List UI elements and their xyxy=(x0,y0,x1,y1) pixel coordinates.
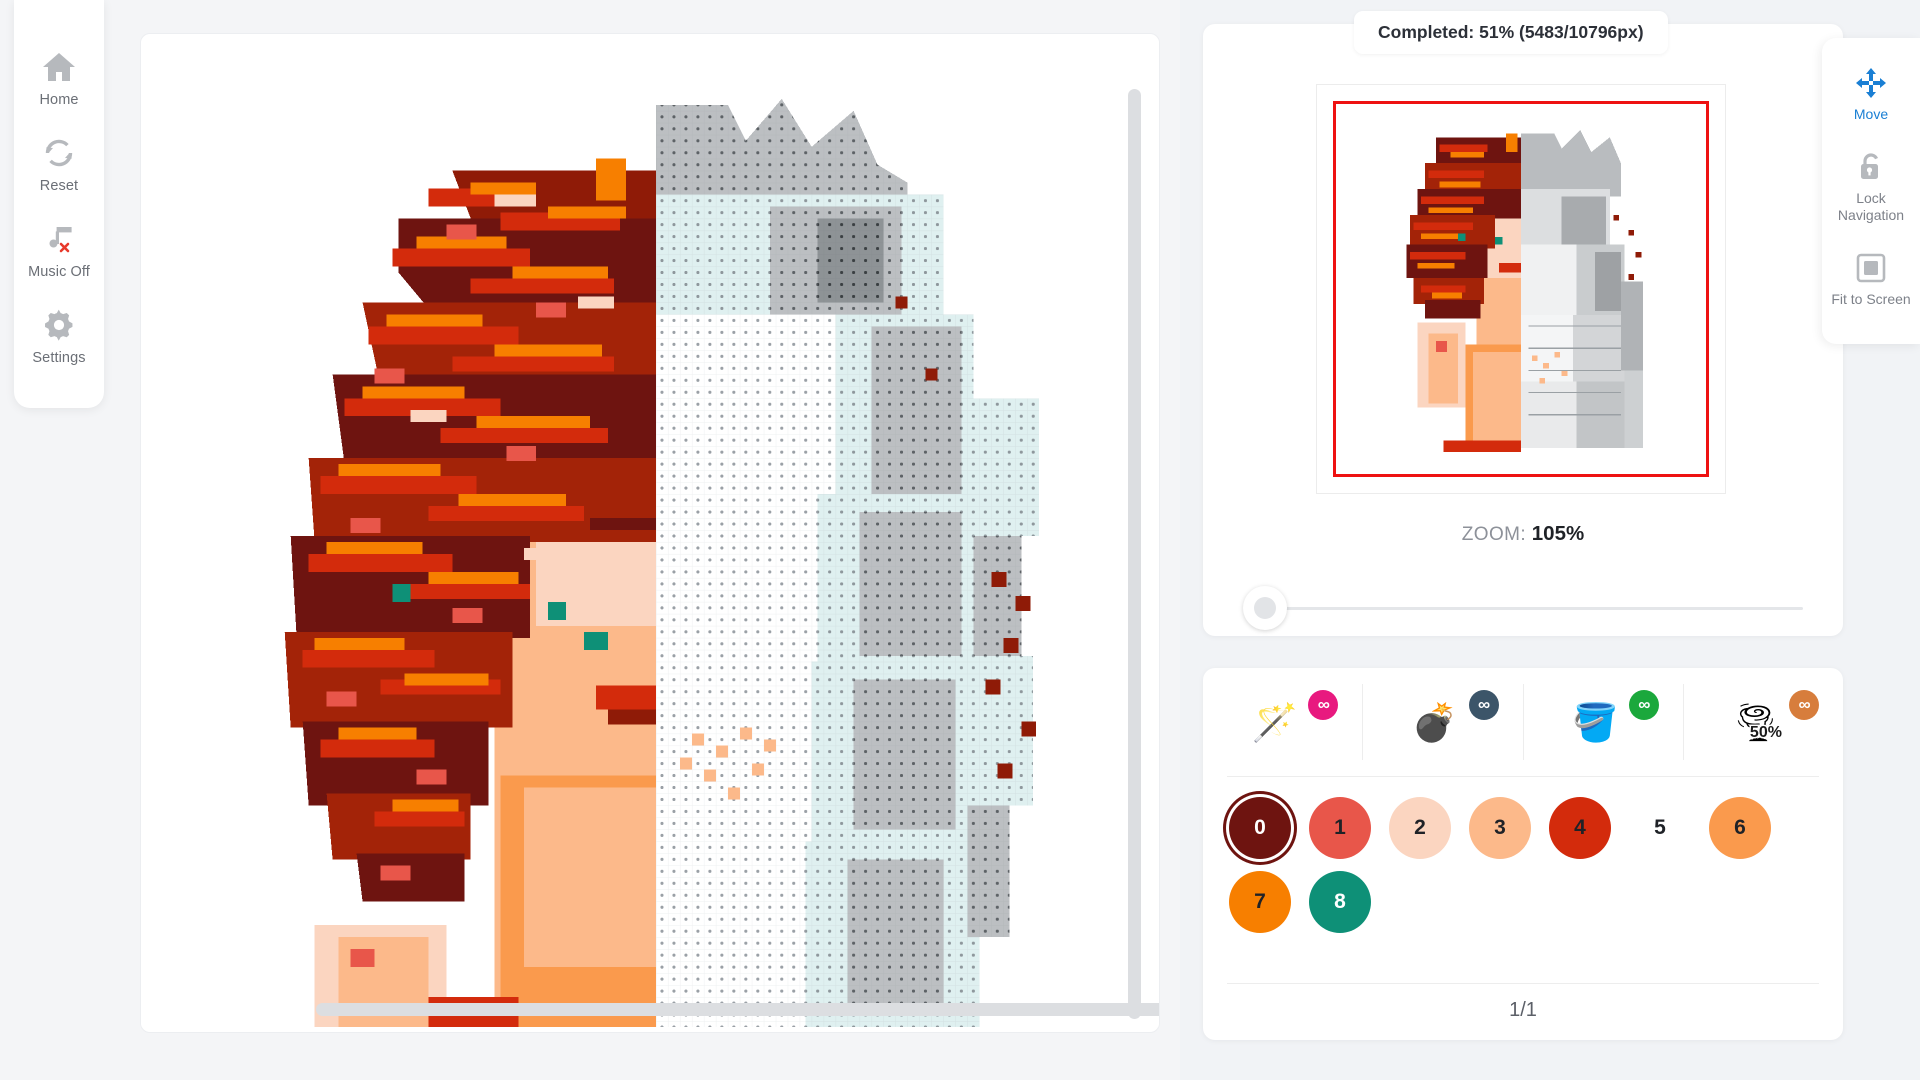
tool-lock-navigation-label: Lock Navigation xyxy=(1837,189,1905,224)
app-root: Home Reset Music Off Settings Completed:… xyxy=(0,0,1920,1080)
color-swatch-number: 0 xyxy=(1254,816,1266,839)
canvas-vertical-scrollbar[interactable] xyxy=(1128,89,1141,1019)
sidebar-item-home-label: Home xyxy=(39,92,79,108)
unlocked-padlock-icon xyxy=(1854,150,1888,184)
gear-icon xyxy=(41,307,77,343)
sidebar: Home Reset Music Off Settings xyxy=(14,0,104,408)
color-swatch-number: 3 xyxy=(1494,816,1506,839)
color-swatch-0[interactable]: 0 xyxy=(1229,797,1291,859)
zoom-slider-handle-dot xyxy=(1254,597,1276,619)
reset-icon xyxy=(41,135,77,171)
powerup-bomb[interactable]: 💣 ∞ xyxy=(1363,684,1524,760)
move-arrows-icon xyxy=(1854,66,1888,100)
sidebar-item-reset-label: Reset xyxy=(39,178,79,194)
zoom-label: ZOOM: xyxy=(1461,524,1527,545)
color-swatch-number: 8 xyxy=(1334,890,1346,913)
tool-fit-to-screen-label: Fit to Screen xyxy=(1831,290,1911,307)
color-swatch-4[interactable]: 4 xyxy=(1549,797,1611,859)
color-swatch-number: 5 xyxy=(1654,816,1666,839)
left-rail: Home Reset Music Off Settings xyxy=(0,0,105,1080)
sidebar-item-reset[interactable]: Reset xyxy=(14,124,104,210)
right-panel: Completed: 51% (5483/10796px) ZOOM: 105%… xyxy=(1180,0,1920,1080)
preview-card: ZOOM: 105% xyxy=(1203,24,1843,636)
viewport-indicator-rect[interactable] xyxy=(1333,101,1709,477)
completion-status: Completed: 51% (5483/10796px) xyxy=(1354,11,1668,54)
color-swatch-6[interactable]: 6 xyxy=(1709,797,1771,859)
sidebar-item-music-label: Music Off xyxy=(28,264,90,280)
paint-bucket-icon: 🪣 xyxy=(1572,701,1619,743)
tool-lock-navigation[interactable]: Lock Navigation xyxy=(1822,140,1920,241)
tornado-percent-label: 50% xyxy=(1748,723,1783,743)
canvas-horizontal-scrollbar[interactable] xyxy=(316,1003,1159,1016)
powerup-paint-bucket[interactable]: 🪣 ∞ xyxy=(1524,684,1684,760)
tornado-count-badge: ∞ xyxy=(1789,690,1819,720)
pixel-art-image[interactable] xyxy=(141,34,1159,1032)
zoom-readout: ZOOM: 105% xyxy=(1203,522,1843,546)
palette-page-indicator: 1/1 xyxy=(1509,999,1537,1021)
zoom-slider[interactable] xyxy=(1243,586,1803,630)
magic-wand-icon: 🪄 xyxy=(1251,701,1298,743)
palette-divider xyxy=(1227,983,1819,984)
paint-canvas[interactable] xyxy=(140,33,1160,1033)
color-swatch-number: 7 xyxy=(1254,890,1266,913)
powerup-tornado[interactable]: 🌪 50% ∞ xyxy=(1684,684,1843,760)
color-swatch-number: 1 xyxy=(1334,816,1346,839)
canvas-column xyxy=(105,0,1180,1080)
color-swatch-8[interactable]: 8 xyxy=(1309,871,1371,933)
zoom-value: 105% xyxy=(1531,522,1585,545)
sidebar-item-settings-label: Settings xyxy=(32,350,86,366)
paint-bucket-count-badge: ∞ xyxy=(1628,690,1659,720)
color-swatch-1[interactable]: 1 xyxy=(1309,797,1371,859)
color-swatch-number: 6 xyxy=(1734,816,1746,839)
tool-move[interactable]: Move xyxy=(1822,56,1920,140)
color-swatch-7[interactable]: 7 xyxy=(1229,871,1291,933)
color-swatch-3[interactable]: 3 xyxy=(1469,797,1531,859)
sidebar-item-settings[interactable]: Settings xyxy=(14,296,104,382)
color-swatch-2[interactable]: 2 xyxy=(1389,797,1451,859)
color-swatch-5[interactable]: 5 xyxy=(1629,797,1691,859)
home-icon xyxy=(41,49,77,85)
zoom-slider-track[interactable] xyxy=(1265,607,1803,610)
music-off-icon xyxy=(41,221,77,257)
sidebar-item-home[interactable]: Home xyxy=(14,38,104,124)
magic-wand-count-badge: ∞ xyxy=(1308,690,1339,720)
powerups-row: 🪄 ∞ 💣 ∞ 🪣 ∞ 🌪 50% ∞ xyxy=(1203,668,1843,776)
tool-fit-to-screen[interactable]: Fit to Screen xyxy=(1822,241,1920,325)
zoom-slider-handle[interactable] xyxy=(1243,586,1287,630)
sidebar-item-music[interactable]: Music Off xyxy=(14,210,104,296)
color-swatch-number: 4 xyxy=(1574,816,1586,839)
bomb-count-badge: ∞ xyxy=(1468,690,1499,720)
powerup-magic-wand[interactable]: 🪄 ∞ xyxy=(1203,684,1364,760)
fit-to-screen-icon xyxy=(1854,251,1888,285)
preview-thumbnail-frame[interactable] xyxy=(1316,84,1726,494)
color-swatch-number: 2 xyxy=(1414,816,1426,839)
color-palette: 0 1 2 3 4 5 6 7 8 xyxy=(1203,777,1843,941)
tools-card: 🪄 ∞ 💣 ∞ 🪣 ∞ 🌪 50% ∞ 0 1 2 3 4 5 6 7 8 1/1 xyxy=(1203,668,1843,1040)
bomb-icon: 💣 xyxy=(1411,701,1458,743)
tool-move-label: Move xyxy=(1853,106,1889,122)
view-tool-rail: Move Lock Navigation Fit to Screen xyxy=(1822,38,1920,344)
